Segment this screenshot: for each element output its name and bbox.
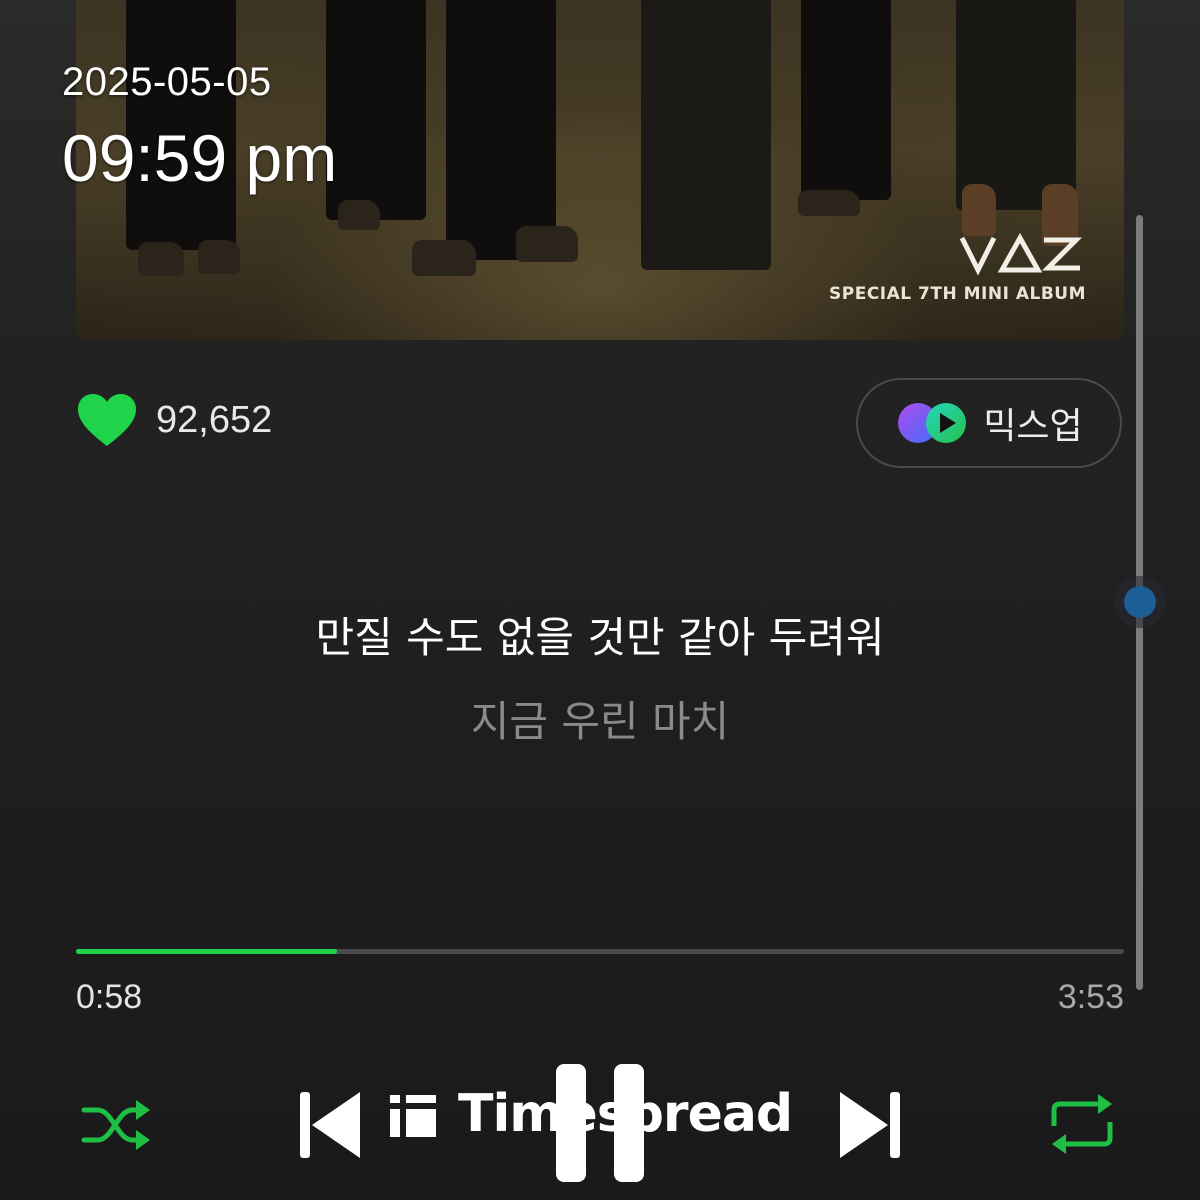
- album-figure-shoe: [516, 226, 578, 262]
- lyric-current-line[interactable]: 만질 수도 없을 것만 같아 두려워: [0, 604, 1200, 665]
- heart-icon: [78, 394, 136, 446]
- repeat-icon[interactable]: [1046, 1092, 1118, 1156]
- time-elapsed: 0:58: [76, 978, 143, 1016]
- progress-bar[interactable]: [76, 949, 1124, 954]
- album-figure: [641, 0, 771, 270]
- album-figure-shoe: [198, 240, 240, 274]
- watermark: Timespread: [388, 1084, 793, 1144]
- status-date: 2025-05-05: [62, 60, 272, 104]
- timespread-logo-icon: [390, 1095, 436, 1137]
- album-figure: [326, 0, 426, 220]
- album-figure: [956, 0, 1076, 210]
- status-time: 09:59 pm: [62, 121, 338, 195]
- lyric-next-line[interactable]: 지금 우린 마치: [0, 688, 1200, 749]
- album-subtitle: SPECIAL 7TH MINI ALBUM: [829, 284, 1086, 304]
- album-figure-shoe: [798, 190, 860, 216]
- album-figure-shoe: [338, 200, 380, 230]
- like-button[interactable]: 92,652: [76, 392, 272, 448]
- time-total: 3:53: [1057, 978, 1124, 1016]
- shuffle-icon[interactable]: [80, 1096, 152, 1154]
- next-icon[interactable]: [834, 1088, 902, 1162]
- album-figure-shoe: [412, 240, 476, 276]
- watermark-text: Timespread: [458, 1084, 793, 1144]
- album-figure: [446, 0, 556, 260]
- progress-fill: [76, 949, 337, 954]
- mixup-label: 믹스업: [983, 406, 1083, 447]
- album-figure: [801, 0, 891, 200]
- like-count: 92,652: [156, 398, 273, 441]
- vaz-logo-icon: [959, 232, 1083, 276]
- album-figure-shoe: [962, 184, 996, 236]
- mixup-button[interactable]: 믹스업: [856, 378, 1122, 468]
- album-figure-shoe: [138, 242, 184, 276]
- mixup-icon: [898, 403, 967, 443]
- previous-icon[interactable]: [298, 1088, 366, 1162]
